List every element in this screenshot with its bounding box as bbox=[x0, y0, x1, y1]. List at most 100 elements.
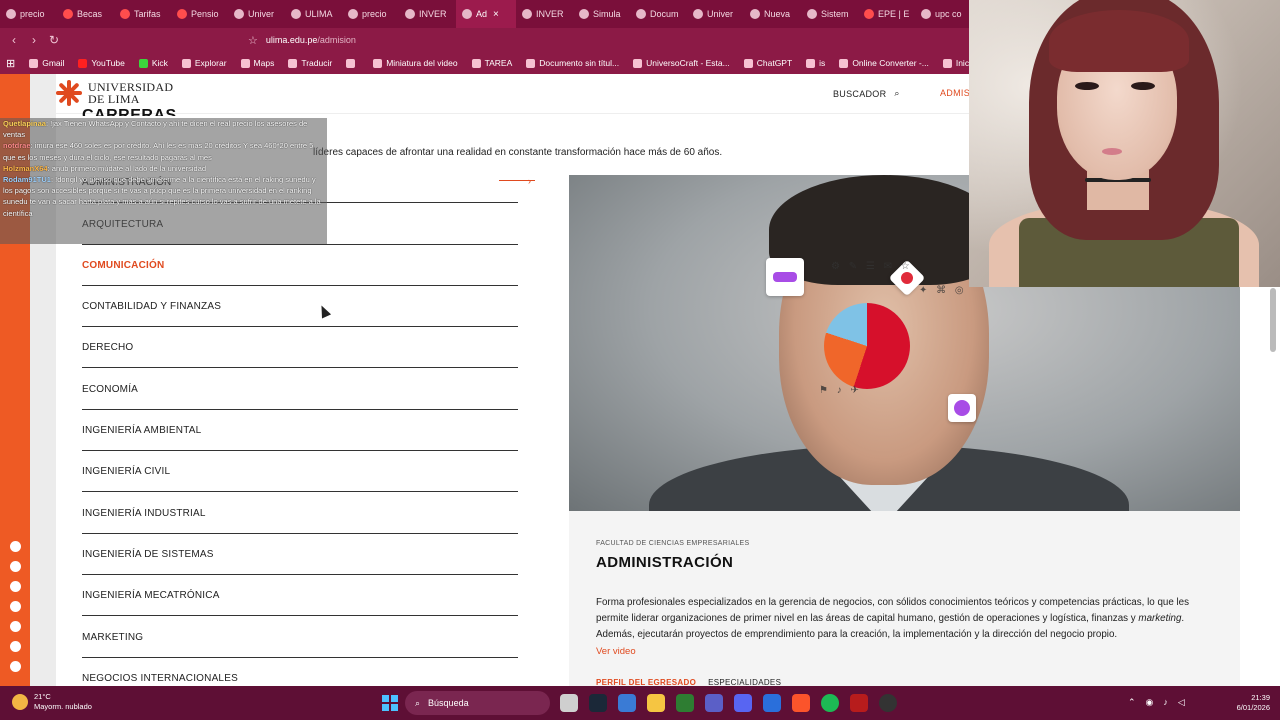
obs-icon[interactable] bbox=[879, 694, 897, 712]
doodle-icons: ⚙ ✎ ☰ ✉ ☆ bbox=[831, 261, 913, 272]
microphone-icon[interactable]: ♪ bbox=[1163, 697, 1168, 708]
browser-tab[interactable]: Docum bbox=[630, 0, 687, 28]
close-icon[interactable]: × bbox=[493, 9, 499, 20]
bookmark-item[interactable]: UniversoCraft - Esta... bbox=[633, 58, 730, 68]
sun-logo-icon bbox=[56, 80, 82, 106]
bookmark-item[interactable]: Kick bbox=[138, 58, 168, 68]
browser-tab[interactable]: Becas bbox=[57, 0, 114, 28]
browser-tab[interactable]: ULIMA bbox=[285, 0, 342, 28]
browser-tab[interactable]: Simula bbox=[573, 0, 630, 28]
back-icon[interactable]: ‹ bbox=[4, 33, 24, 47]
network-icon[interactable]: ◉ bbox=[1146, 697, 1154, 708]
spotify-icon[interactable] bbox=[821, 694, 839, 712]
windows-start-icon[interactable] bbox=[382, 695, 398, 711]
browser-tab[interactable]: INVER bbox=[399, 0, 456, 28]
facebook-icon[interactable] bbox=[10, 561, 21, 572]
google-icon bbox=[348, 9, 358, 19]
bookmark-item[interactable]: Traducir bbox=[288, 58, 332, 68]
x-icon[interactable] bbox=[10, 581, 21, 592]
excel-icon[interactable] bbox=[676, 694, 694, 712]
career-item[interactable]: ECONOMÍA bbox=[82, 368, 518, 410]
career-item[interactable]: INGENIERÍA MECATRÓNICA bbox=[82, 575, 518, 617]
folder-icon[interactable] bbox=[647, 694, 665, 712]
page-scrollbar[interactable] bbox=[1270, 288, 1276, 352]
arrow-right-icon[interactable]: › bbox=[528, 176, 531, 186]
steam-icon[interactable] bbox=[589, 694, 607, 712]
browser-tab[interactable]: INVER bbox=[516, 0, 573, 28]
bookmark-item[interactable]: is bbox=[806, 58, 825, 68]
bookmark-item[interactable]: Explorar bbox=[181, 58, 227, 68]
reload-icon[interactable]: ↻ bbox=[44, 33, 64, 47]
bookmark-item[interactable]: Maps bbox=[240, 58, 275, 68]
browser-tab[interactable]: Univer bbox=[228, 0, 285, 28]
browser-tab[interactable]: precio bbox=[342, 0, 399, 28]
bookmark-item[interactable]: Documento sin títul... bbox=[526, 58, 619, 68]
browser-tab[interactable]: EPE | E bbox=[858, 0, 915, 28]
teams-icon[interactable] bbox=[705, 694, 723, 712]
chat-message: Quetlapinaa: !jax Tienen WhatsApp y Cont… bbox=[0, 118, 327, 140]
discord-icon[interactable] bbox=[734, 694, 752, 712]
mail-icon[interactable] bbox=[763, 694, 781, 712]
bookmark-item[interactable]: Gmail bbox=[29, 58, 64, 68]
ver-video-link[interactable]: Ver video bbox=[596, 646, 636, 657]
browser-tab[interactable]: Pensio bbox=[171, 0, 228, 28]
file-icon[interactable] bbox=[560, 694, 578, 712]
youtube-icon[interactable] bbox=[10, 601, 21, 612]
clock-time: 21:39 bbox=[1251, 693, 1270, 702]
bookmark-item[interactable]: ChatGPT bbox=[743, 58, 792, 68]
browser-tab[interactable]: Sistem bbox=[801, 0, 858, 28]
url-field[interactable]: ulima.edu.pe/admision bbox=[266, 35, 356, 45]
browser-tab[interactable]: Tarifas bbox=[114, 0, 171, 28]
chat-message: Rodam91TU1: !dongil yo pienso que debe s… bbox=[0, 174, 327, 219]
weather-widget[interactable]: 21°C Mayorm. nublado bbox=[12, 692, 92, 712]
career-item[interactable]: INGENIERÍA INDUSTRIAL bbox=[82, 492, 518, 534]
bookmark-item[interactable]: YouTube bbox=[78, 58, 125, 68]
browser-tab[interactable]: upc co bbox=[915, 0, 972, 28]
career-item[interactable]: DERECHO bbox=[82, 327, 518, 369]
career-item[interactable]: INGENIERÍA CIVIL bbox=[82, 451, 518, 493]
chat-username: notdrae bbox=[3, 141, 31, 151]
career-item[interactable]: INGENIERÍA DE SISTEMAS bbox=[82, 534, 518, 575]
career-item[interactable]: MARKETING bbox=[82, 616, 518, 658]
bookmark-label: Miniatura del video bbox=[386, 58, 458, 68]
spotify-icon[interactable] bbox=[10, 661, 21, 672]
volume-icon[interactable]: ◁ bbox=[1178, 697, 1185, 708]
bookmark-item[interactable]: Miniatura del video bbox=[373, 58, 458, 68]
bookmark-item[interactable]: Online Converter -... bbox=[839, 58, 929, 68]
career-item[interactable]: COMUNICACIÓN bbox=[82, 245, 518, 286]
tab-perfil-egresado[interactable]: PERFIL DEL EGRESADO bbox=[596, 678, 696, 686]
tab-label: INVER bbox=[419, 9, 447, 19]
browser-tab[interactable]: Nueva bbox=[744, 0, 801, 28]
youtube-icon bbox=[63, 9, 73, 19]
bookmark-label: Maps bbox=[253, 58, 275, 68]
tab-especialidades[interactable]: ESPECIALIDADES bbox=[708, 678, 781, 686]
browser-tab[interactable]: Ad × bbox=[456, 0, 516, 28]
linkedin-icon[interactable] bbox=[10, 621, 21, 632]
youtube-icon bbox=[864, 9, 874, 19]
career-item[interactable]: INGENIERÍA AMBIENTAL bbox=[82, 410, 518, 452]
clock-date: 6/01/2026 bbox=[1236, 703, 1270, 712]
bookmark-item[interactable] bbox=[346, 58, 359, 68]
copilot-icon[interactable] bbox=[618, 694, 636, 712]
career-item[interactable]: NEGOCIOS INTERNACIONALES bbox=[82, 658, 518, 686]
admision-link[interactable]: ADMISI bbox=[940, 88, 973, 98]
brave-icon[interactable] bbox=[792, 694, 810, 712]
instagram-icon[interactable] bbox=[10, 641, 21, 652]
bookmark-icon[interactable]: ☆ bbox=[248, 34, 258, 47]
career-item[interactable]: CONTABILIDAD Y FINANZAS bbox=[82, 286, 518, 328]
intro-text: líderes capaces de afrontar una realidad… bbox=[313, 147, 723, 158]
whatsapp-icon[interactable] bbox=[10, 541, 21, 552]
forward-icon[interactable]: › bbox=[24, 33, 44, 47]
apps-grid-icon[interactable]: ⊞ bbox=[6, 57, 15, 70]
taskbar-search[interactable]: ⌕ Búsqueda bbox=[405, 691, 550, 715]
desc-em: marketing bbox=[1138, 613, 1182, 624]
game-icon[interactable] bbox=[850, 694, 868, 712]
bookmark-item[interactable]: TAREA bbox=[471, 58, 512, 68]
taskbar-clock[interactable]: 21:39 6/01/2026 bbox=[1228, 693, 1270, 713]
buscador-link[interactable]: BUSCADOR ⌕ bbox=[833, 88, 900, 99]
chevron-up-icon[interactable]: ⌃ bbox=[1128, 697, 1136, 708]
browser-tab[interactable]: Univer bbox=[687, 0, 744, 28]
ulima-logo[interactable]: UNIVERSIDAD DE LIMA bbox=[56, 80, 173, 106]
chat-message: notdrae: imura ese 460 soles es por créd… bbox=[0, 140, 327, 162]
browser-tab[interactable]: precio bbox=[0, 0, 57, 28]
